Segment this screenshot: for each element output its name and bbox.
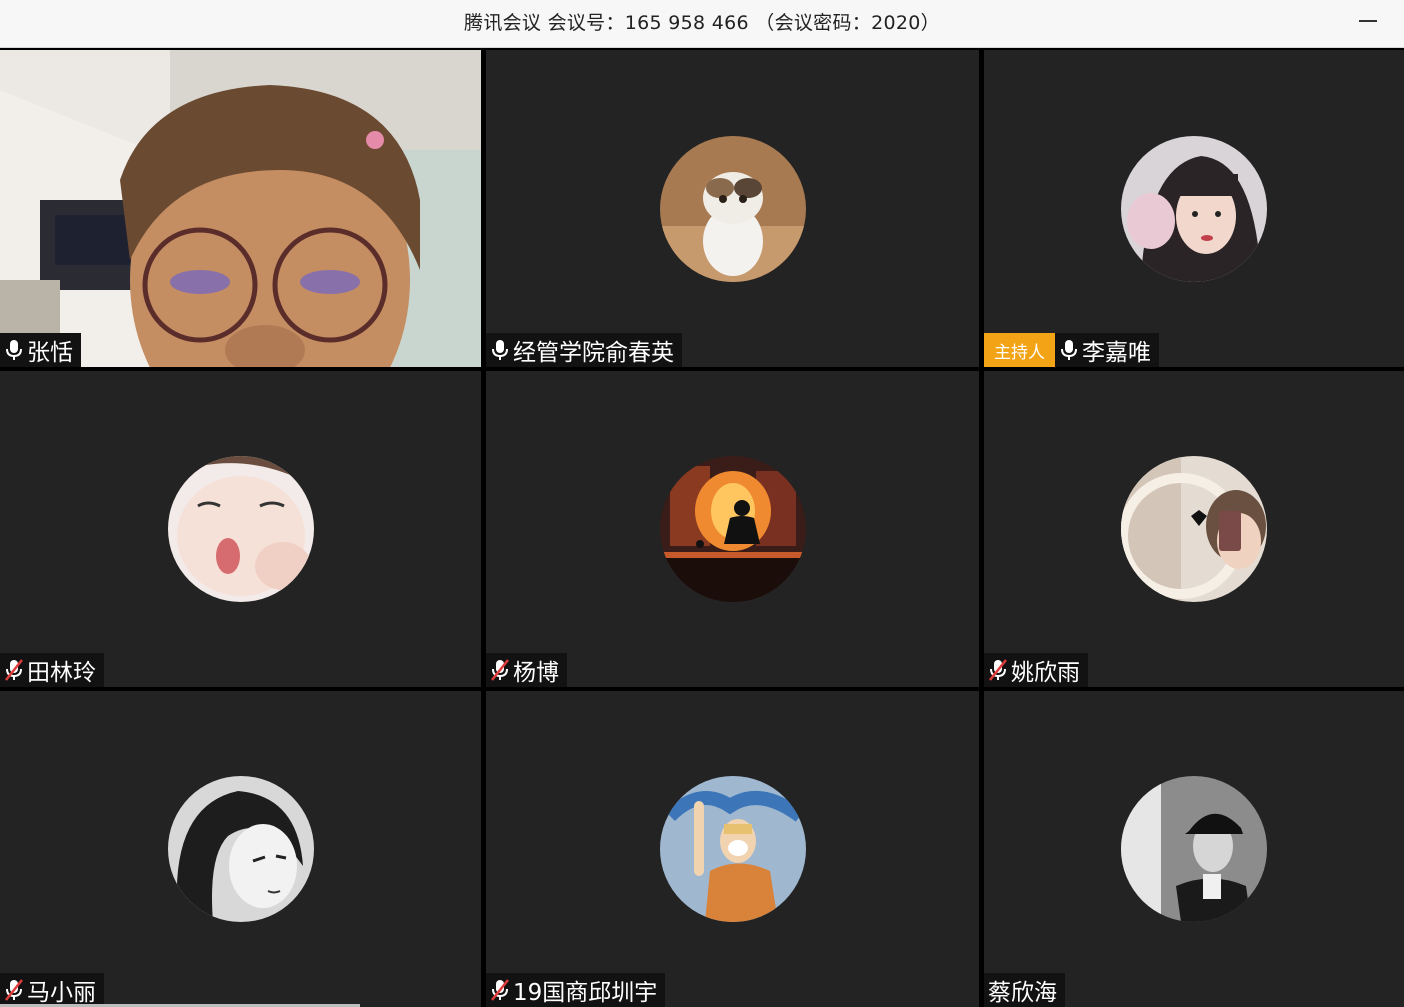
participant-label: 主持人 李嘉唯 [984,333,1159,367]
participant-name: 杨博 [513,660,559,686]
participant-name: 田林玲 [27,660,96,686]
participant-name: 李嘉唯 [1082,340,1151,366]
muted-mic-icon [988,658,1008,682]
cartoon-2020-avatar [659,776,806,922]
participant-name: 马小丽 [27,980,96,1006]
participant-tile-7[interactable]: 马小丽 [0,691,481,1007]
name-chip: 马小丽 [0,973,104,1007]
name-chip: 经管学院俞春英 [486,333,682,367]
participant-label: 经管学院俞春英 [486,333,682,367]
participant-label: 19国商邱圳宇 [486,973,666,1007]
minimize-icon[interactable] [1352,6,1384,36]
bw-portrait-avatar [1121,776,1267,922]
microphone-icon [4,338,24,362]
participant-tile-3[interactable]: 主持人 李嘉唯 [984,50,1404,367]
participant-name: 19国商邱圳宇 [513,980,658,1006]
anime-girl-avatar [167,776,314,922]
video-feed [0,50,481,367]
name-chip: 张恬 [0,333,81,367]
participant-tile-6[interactable]: 姚欣雨 [984,371,1404,687]
name-chip: 田林玲 [0,653,104,687]
baby-face-avatar [167,456,314,602]
participant-grid: 张恬 经管学院俞春英 主持人 李嘉唯 田林玲 杨博 姚欣雨 马小丽 19国商邱圳… [0,50,1404,1007]
name-chip: 蔡欣海 [984,973,1065,1007]
girl-selfie-avatar [1121,135,1267,282]
participant-label: 姚欣雨 [984,653,1088,687]
participant-tile-1[interactable]: 张恬 [0,50,481,367]
meeting-title: 腾讯会议 会议号：165 958 466 （会议密码：2020） [464,12,940,34]
muted-mic-icon [490,978,510,1002]
microphone-icon [490,338,510,362]
participant-tile-5[interactable]: 杨博 [486,371,979,687]
participant-name: 张恬 [27,340,73,366]
participant-label: 蔡欣海 [984,973,1065,1007]
participant-name: 经管学院俞春英 [513,340,674,366]
participant-label: 张恬 [0,333,81,367]
cat-avatar [659,135,806,282]
participant-tile-8[interactable]: 19国商邱圳宇 [486,691,979,1007]
participant-name: 蔡欣海 [988,980,1057,1006]
muted-mic-icon [4,978,24,1002]
participant-tile-4[interactable]: 田林玲 [0,371,481,687]
name-chip: 19国商邱圳宇 [486,973,666,1007]
city-silhouette-avatar [659,456,806,602]
microphone-icon [1059,338,1079,362]
mirror-selfie-avatar [1121,456,1267,602]
name-chip: 李嘉唯 [1055,333,1159,367]
muted-mic-icon [490,658,510,682]
muted-mic-icon [4,658,24,682]
participant-tile-2[interactable]: 经管学院俞春英 [486,50,979,367]
participant-label: 马小丽 [0,973,104,1007]
name-chip: 姚欣雨 [984,653,1088,687]
participant-label: 田林玲 [0,653,104,687]
participant-tile-9[interactable]: 蔡欣海 [984,691,1404,1007]
host-badge: 主持人 [984,333,1055,367]
title-bar: 腾讯会议 会议号：165 958 466 （会议密码：2020） [0,0,1404,48]
participant-label: 杨博 [486,653,567,687]
name-chip: 杨博 [486,653,567,687]
participant-name: 姚欣雨 [1011,660,1080,686]
